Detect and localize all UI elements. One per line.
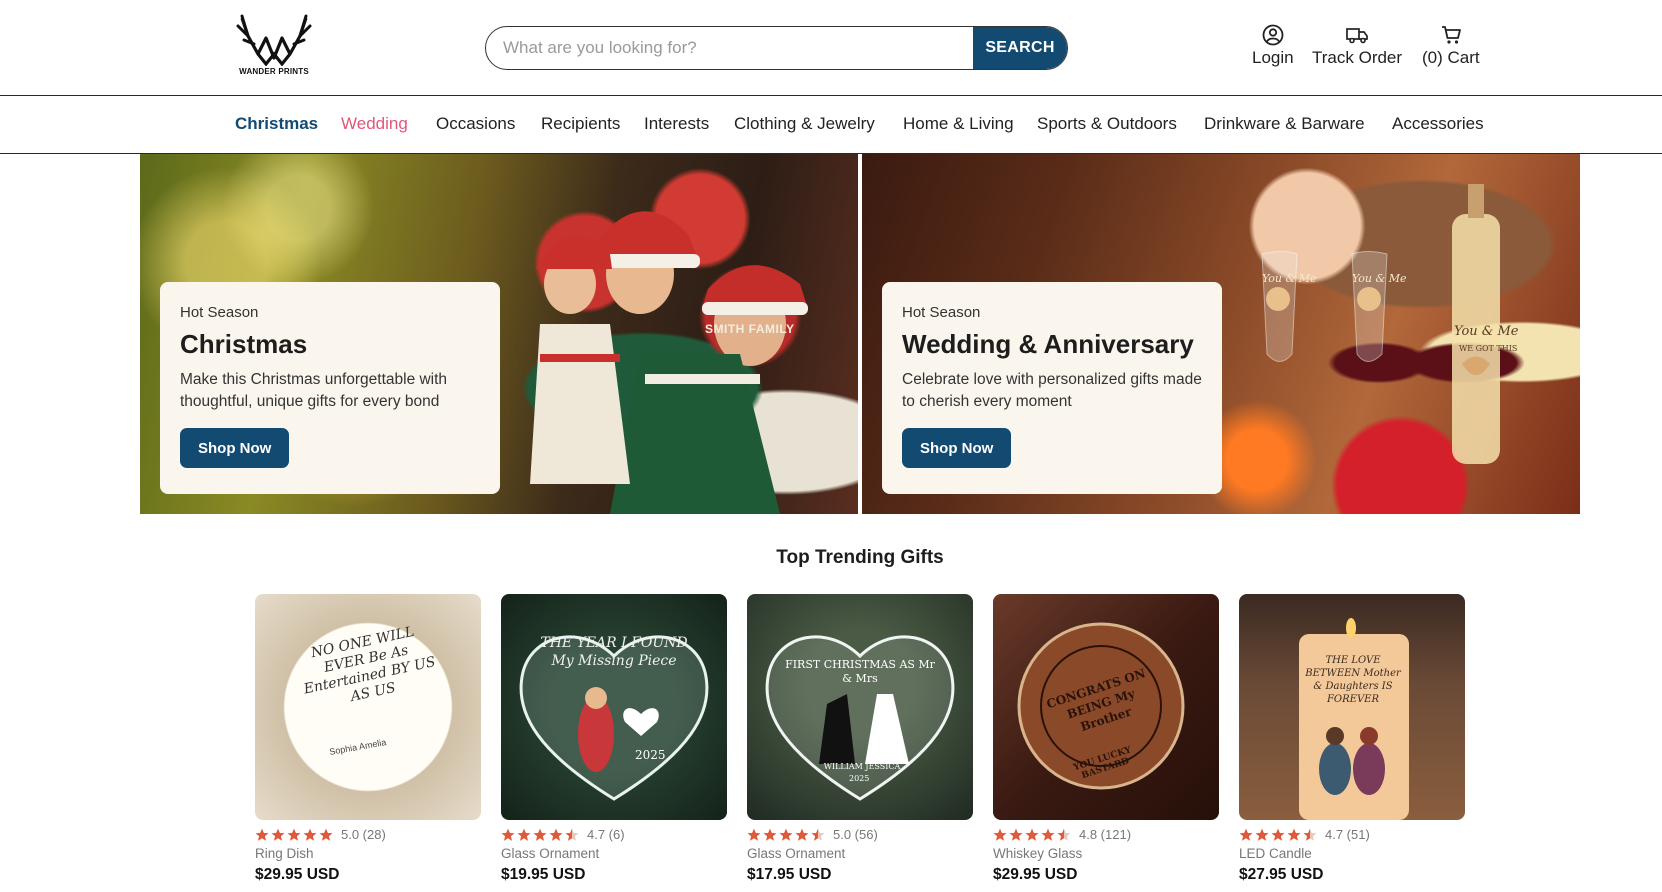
product-card[interactable]: CONGRATS ON BEING My Brother YOU LUCKY B… (993, 594, 1219, 884)
product-category: Whiskey Glass (993, 846, 1083, 861)
rating-text: 5.0 (56) (833, 827, 878, 842)
rating-text: 4.8 (121) (1079, 827, 1132, 842)
rating-text: 4.7 (6) (587, 827, 625, 842)
nav-wedding[interactable]: Wedding (341, 114, 408, 134)
wedding-description: Celebrate love with personalized gifts m… (902, 371, 1202, 410)
product-price: $17.95 USD (747, 866, 832, 883)
search-bar: SEARCH (485, 26, 1068, 70)
glass-script-1: You & Me (1262, 272, 1317, 285)
rating-text: 4.7 (51) (1325, 827, 1370, 842)
rating: 4.8 (121) (993, 826, 1219, 843)
nav-home-living[interactable]: Home & Living (903, 114, 1014, 134)
logo-text: WANDER PRINTS (239, 67, 309, 76)
hero-christmas-banner[interactable]: Hot Season Christmas Make this Christmas… (140, 154, 858, 514)
rating-text: 5.0 (28) (341, 827, 386, 842)
wedding-card: Hot Season Wedding & Anniversary Celebra… (882, 282, 1222, 494)
cart-link[interactable]: (0) Cart (1422, 24, 1480, 68)
truck-icon (1346, 28, 1368, 44)
product-image-glass-ornament-1[interactable]: THE YEAR I FOUND My Missing Piece 2025 (501, 594, 727, 820)
bottle-script: You & Me (1454, 324, 1519, 339)
bottle-subtext: WE GOT THIS (1459, 344, 1518, 353)
cart-label: (0) Cart (1422, 48, 1480, 67)
christmas-card: Hot Season Christmas Make this Christmas… (160, 282, 500, 494)
site-logo[interactable]: WANDER PRINTS (232, 14, 316, 82)
product-card[interactable]: FIRST CHRISTMAS AS Mr & Mrs WILLIAM JESS… (747, 594, 973, 884)
product-price: $19.95 USD (501, 866, 586, 883)
star-rating-icon (993, 828, 1073, 842)
search-input[interactable] (486, 27, 973, 69)
product-category: LED Candle (1239, 846, 1312, 861)
cart-icon (1441, 26, 1461, 44)
ornament-names: WILLIAM JESSICA (823, 762, 901, 771)
hero-wedding-banner[interactable]: You & Me You & Me You & Me WE GOT THIS H… (862, 154, 1580, 514)
ornament-art-text: FIRST CHRISTMAS AS Mr & Mrs (785, 658, 935, 685)
product-category: Ring Dish (255, 846, 314, 861)
wedding-title: Wedding & Anniversary (902, 329, 1194, 359)
product-card[interactable]: NO ONE WILL EVER Be As Entertained BY US… (255, 594, 481, 884)
product-card[interactable]: THE YEAR I FOUND My Missing Piece 2025 4… (501, 594, 727, 884)
login-label: Login (1252, 48, 1294, 67)
track-order-label: Track Order (1312, 48, 1403, 67)
glass-script-2: You & Me (1352, 272, 1407, 285)
product-image-glass-ornament-2[interactable]: FIRST CHRISTMAS AS Mr & Mrs WILLIAM JESS… (747, 594, 973, 820)
ornament-year: 2025 (849, 774, 870, 783)
product-category: Glass Ornament (747, 846, 846, 861)
nav-sports-outdoors[interactable]: Sports & Outdoors (1037, 114, 1177, 134)
nav-christmas[interactable]: Christmas (235, 114, 318, 134)
christmas-title: Christmas (180, 329, 308, 359)
trending-title: Top Trending Gifts (776, 547, 944, 568)
nav-drinkware-barware[interactable]: Drinkware & Barware (1204, 114, 1365, 134)
product-image-ring-dish[interactable]: NO ONE WILL EVER Be As Entertained BY US… (255, 594, 481, 820)
sweater-text: SMITH FAMILY (705, 322, 795, 336)
wedding-kicker: Hot Season (902, 304, 981, 321)
ring-dish-names: Sophia Amelia (328, 737, 387, 757)
christmas-shop-now-button[interactable]: Shop Now (180, 428, 290, 468)
ring-dish-art-text: NO ONE WILL EVER Be As Entertained BY US… (302, 623, 437, 706)
rating: 5.0 (28) (255, 826, 481, 843)
christmas-kicker: Hot Season (180, 304, 259, 321)
product-price: $29.95 USD (255, 866, 340, 883)
search-button[interactable]: SEARCH (973, 27, 1067, 69)
antler-logo-icon (236, 14, 312, 66)
site-header: WANDER PRINTS SEARCH Login Track Order (… (0, 0, 1662, 96)
product-image-whiskey-glass[interactable]: CONGRATS ON BEING My Brother YOU LUCKY B… (993, 594, 1219, 820)
nav-occasions[interactable]: Occasions (436, 114, 515, 134)
nav-accessories[interactable]: Accessories (1392, 114, 1484, 134)
christmas-description: Make this Christmas unforgettable with t… (180, 371, 448, 410)
nav-clothing-jewelry[interactable]: Clothing & Jewelry (734, 114, 875, 134)
candle-illustration (1299, 618, 1409, 820)
product-category: Glass Ornament (501, 846, 600, 861)
main-nav: Christmas Wedding Occasions Recipients I… (0, 97, 1662, 154)
nav-recipients[interactable]: Recipients (541, 114, 620, 134)
rating: 4.7 (6) (501, 826, 727, 843)
product-price: $29.95 USD (993, 866, 1078, 883)
star-rating-icon (255, 828, 335, 842)
user-icon (1262, 24, 1284, 46)
star-rating-icon (501, 828, 581, 842)
ornament-year: 2025 (635, 748, 666, 762)
star-rating-icon (1239, 828, 1319, 842)
login-link[interactable]: Login (1252, 24, 1294, 68)
wedding-shop-now-button[interactable]: Shop Now (902, 428, 1012, 468)
rating: 5.0 (56) (747, 826, 973, 843)
star-rating-icon (747, 828, 827, 842)
heart-ornament-illustration (519, 635, 709, 801)
rating: 4.7 (51) (1239, 826, 1465, 843)
product-card[interactable]: THE LOVE BETWEEN Mother & Daughters IS F… (1239, 594, 1465, 884)
nav-interests[interactable]: Interests (644, 114, 709, 134)
product-price: $27.95 USD (1239, 866, 1324, 883)
candle-art-text: THE LOVE BETWEEN Mother & Daughters IS F… (1305, 655, 1401, 705)
ornament-art-text: THE YEAR I FOUND My Missing Piece (540, 635, 688, 669)
heart-ornament-illustration (765, 635, 955, 801)
product-image-led-candle[interactable]: THE LOVE BETWEEN Mother & Daughters IS F… (1239, 594, 1465, 820)
track-order-link[interactable]: Track Order (1312, 24, 1402, 68)
